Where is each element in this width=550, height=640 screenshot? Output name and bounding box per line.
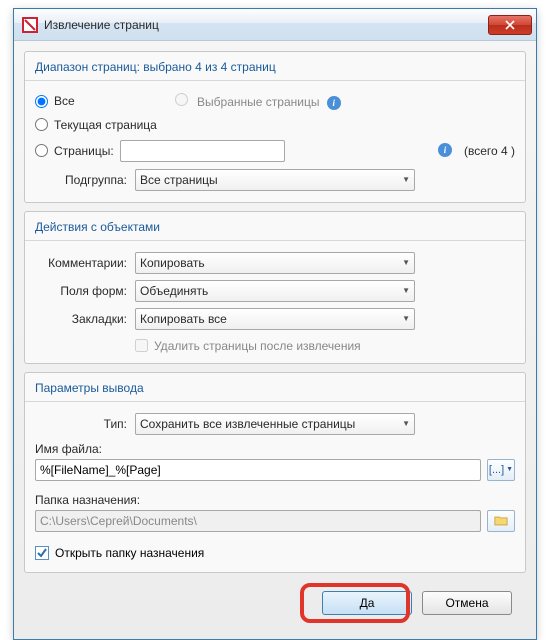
forms-value: Объединять [140, 284, 208, 298]
dialog-window: Извлечение страниц Диапазон страниц: выб… [13, 8, 537, 640]
type-combo[interactable]: Сохранить все извлеченные страницы ▼ [135, 413, 415, 435]
subgroup-label: Подгруппа: [35, 173, 135, 187]
delete-after-checkbox [135, 339, 148, 352]
folder-icon [494, 515, 508, 526]
macro-icon: [...] [489, 464, 504, 476]
bookmarks-label: Закладки: [35, 312, 135, 326]
filename-input[interactable] [35, 459, 481, 481]
chevron-down-icon: ▼ [402, 258, 410, 267]
check-icon [36, 547, 48, 559]
chevron-down-icon: ▼ [506, 466, 513, 473]
destination-label: Папка назначения: [35, 493, 515, 507]
actions-group: Действия с объектами Комментарии: Копиро… [24, 211, 526, 364]
output-group: Параметры вывода Тип: Сохранить все извл… [24, 372, 526, 573]
info-icon[interactable]: i [438, 143, 452, 157]
open-destination-label: Открыть папку назначения [55, 546, 204, 560]
radio-selected-label: Выбранные страницы [197, 95, 319, 109]
bookmarks-value: Копировать все [140, 312, 227, 326]
pages-input[interactable] [120, 140, 285, 162]
delete-after-label: Удалить страницы после извлечения [154, 339, 361, 353]
type-value: Сохранить все извлеченные страницы [140, 417, 355, 431]
cancel-button[interactable]: Отмена [422, 591, 512, 615]
dialog-content: Диапазон страниц: выбрано 4 из 4 страниц… [14, 41, 536, 639]
radio-all-pages[interactable] [35, 95, 48, 108]
page-range-group: Диапазон страниц: выбрано 4 из 4 страниц… [24, 51, 526, 203]
page-range-header: Диапазон страниц: выбрано 4 из 4 страниц [25, 52, 525, 80]
chevron-down-icon: ▼ [402, 286, 410, 295]
comments-combo[interactable]: Копировать ▼ [135, 252, 415, 274]
forms-combo[interactable]: Объединять ▼ [135, 280, 415, 302]
info-icon[interactable]: i [327, 96, 341, 110]
comments-label: Комментарии: [35, 256, 135, 270]
subgroup-value: Все страницы [140, 173, 218, 187]
filename-label: Имя файла: [35, 442, 515, 456]
output-header: Параметры вывода [25, 373, 525, 401]
chevron-down-icon: ▼ [402, 175, 410, 184]
radio-selected-pages [175, 93, 188, 106]
destination-input [35, 510, 481, 532]
browse-button[interactable] [487, 510, 515, 532]
titlebar: Извлечение страниц [14, 9, 536, 41]
close-button[interactable] [488, 15, 532, 35]
chevron-down-icon: ▼ [402, 314, 410, 323]
radio-pages-label: Страницы: [54, 144, 114, 158]
macro-button[interactable]: [...]▼ [487, 459, 515, 481]
comments-value: Копировать [140, 256, 205, 270]
radio-pages[interactable] [35, 144, 48, 157]
subgroup-combo[interactable]: Все страницы ▼ [135, 169, 415, 191]
actions-header: Действия с объектами [25, 212, 525, 240]
radio-current-label: Текущая страница [54, 118, 157, 132]
dialog-footer: Да Отмена [24, 581, 526, 629]
app-icon [22, 17, 38, 33]
forms-label: Поля форм: [35, 284, 135, 298]
window-title: Извлечение страниц [44, 18, 488, 32]
pages-total: (всего 4 ) [464, 144, 515, 158]
type-label: Тип: [35, 417, 135, 431]
radio-current-page[interactable] [35, 118, 48, 131]
open-destination-checkbox[interactable] [35, 546, 49, 560]
chevron-down-icon: ▼ [402, 419, 410, 428]
close-icon [505, 20, 515, 30]
radio-all-label: Все [54, 94, 75, 108]
bookmarks-combo[interactable]: Копировать все ▼ [135, 308, 415, 330]
ok-button[interactable]: Да [322, 591, 412, 615]
